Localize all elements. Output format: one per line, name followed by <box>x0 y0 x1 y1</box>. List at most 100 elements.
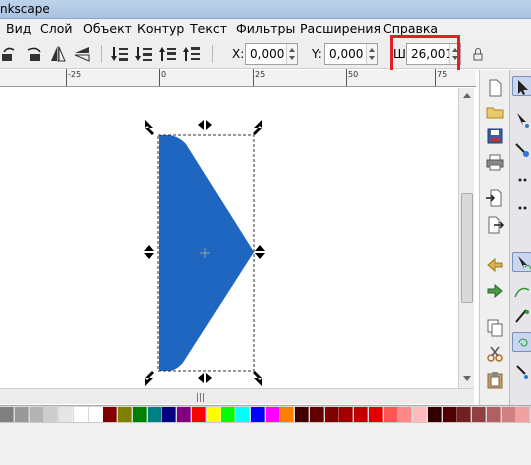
color-swatch[interactable] <box>339 407 354 422</box>
undo-button[interactable] <box>485 255 505 275</box>
scroll-up-icon[interactable] <box>463 93 471 98</box>
horizontal-scroll-grip[interactable]: ||| <box>196 393 205 403</box>
raise-button[interactable] <box>158 44 178 64</box>
color-swatch[interactable] <box>88 407 103 422</box>
y-spin-arrows[interactable] <box>366 44 377 64</box>
import-button[interactable] <box>485 188 505 208</box>
open-button[interactable] <box>485 102 505 122</box>
vertical-scrollbar[interactable] <box>458 88 474 388</box>
menu-layer[interactable]: Слой <box>40 21 73 36</box>
menu-filters[interactable]: Фильтры <box>236 21 295 36</box>
color-swatch[interactable] <box>354 407 368 422</box>
menu-text[interactable]: Текст <box>190 21 227 36</box>
calligraphy-tool-button[interactable] <box>512 306 531 326</box>
menu-object[interactable]: Объект <box>83 21 132 36</box>
paste-button[interactable] <box>485 370 505 390</box>
canvas-drawing <box>144 120 265 386</box>
bezier-tool-button[interactable] <box>512 282 531 302</box>
color-swatch[interactable] <box>472 407 486 422</box>
color-swatch[interactable] <box>177 407 191 422</box>
flip-horizontal-button[interactable] <box>48 44 68 64</box>
tweak-icon <box>515 143 529 157</box>
handle-bottom-right-icon <box>253 371 262 386</box>
flip-vertical-button[interactable] <box>72 44 92 64</box>
color-swatch[interactable] <box>324 407 339 422</box>
color-swatch[interactable] <box>221 407 236 422</box>
x-spinbox[interactable]: 0,000 <box>245 43 298 65</box>
ruler-label: 50 <box>348 70 359 79</box>
new-document-button[interactable] <box>485 78 505 98</box>
color-swatch[interactable] <box>398 407 413 422</box>
color-swatch[interactable] <box>295 407 309 422</box>
spiral-tool-button[interactable] <box>512 332 531 352</box>
save-icon <box>487 128 503 144</box>
color-swatch[interactable] <box>250 407 265 422</box>
color-swatch[interactable] <box>103 407 118 422</box>
lower-to-bottom-button[interactable] <box>110 44 130 64</box>
lock-proportions-button[interactable] <box>468 44 488 64</box>
copy-button[interactable] <box>485 318 505 338</box>
spray-tool-button[interactable] <box>512 362 531 382</box>
color-swatch[interactable] <box>14 407 29 422</box>
color-swatch[interactable] <box>44 407 59 422</box>
color-swatch[interactable] <box>73 407 88 422</box>
color-swatch[interactable] <box>0 407 14 422</box>
arrow-icon <box>518 80 528 95</box>
rotate-ccw-button[interactable] <box>0 44 20 64</box>
cut-button[interactable] <box>485 344 505 364</box>
menu-extensions[interactable]: Расширения <box>300 21 381 36</box>
toolbar-separator <box>212 45 213 63</box>
measure-tool-button[interactable] <box>512 198 531 218</box>
lower-button[interactable] <box>134 44 154 64</box>
color-swatch[interactable] <box>265 407 280 422</box>
redo-icon <box>487 283 503 299</box>
handle-top-icon <box>198 120 212 130</box>
color-swatch[interactable] <box>29 407 44 422</box>
color-swatch[interactable] <box>309 407 324 422</box>
color-swatch[interactable] <box>501 407 516 422</box>
color-swatch[interactable] <box>457 407 472 422</box>
tweak-tool-button[interactable] <box>512 140 531 160</box>
color-swatch[interactable] <box>118 407 132 422</box>
ruler-label: 25 <box>255 70 266 79</box>
y-spinbox[interactable]: 0,000 <box>324 43 378 65</box>
menu-view[interactable]: Вид <box>6 21 31 36</box>
color-swatch[interactable] <box>236 407 250 422</box>
color-swatch[interactable] <box>516 407 531 422</box>
raise-to-top-icon <box>183 47 200 61</box>
color-swatch[interactable] <box>191 407 206 422</box>
color-swatch[interactable] <box>442 407 457 422</box>
save-button[interactable] <box>485 126 505 146</box>
print-button[interactable] <box>485 152 505 172</box>
redo-button[interactable] <box>485 281 505 301</box>
pen-tool-button[interactable] <box>512 252 531 272</box>
vertical-scroll-thumb[interactable] <box>461 193 473 303</box>
selector-tool-button[interactable] <box>512 76 531 96</box>
color-swatch[interactable] <box>383 407 398 422</box>
color-swatch[interactable] <box>413 407 427 422</box>
horizontal-scrollbar[interactable]: ||| <box>0 388 474 404</box>
x-spin-arrows[interactable] <box>286 44 297 64</box>
node-tool-button[interactable] <box>512 110 531 130</box>
color-swatch[interactable] <box>162 407 177 422</box>
zoom-tool-button[interactable] <box>512 170 531 190</box>
drawing-canvas[interactable] <box>0 88 458 388</box>
raise-to-top-button[interactable] <box>182 44 202 64</box>
rotate-cw-button[interactable] <box>24 44 44 64</box>
color-swatch[interactable] <box>368 407 383 422</box>
color-swatch[interactable] <box>59 407 73 422</box>
lock-icon <box>473 48 483 61</box>
color-swatch[interactable] <box>280 407 295 422</box>
color-swatch[interactable] <box>427 407 442 422</box>
scroll-down-icon[interactable] <box>463 376 471 381</box>
export-button[interactable] <box>485 215 505 235</box>
color-swatch[interactable] <box>206 407 221 422</box>
color-swatch[interactable] <box>486 407 501 422</box>
handle-bottom-left-icon <box>145 371 154 386</box>
menu-path[interactable]: Контур <box>137 21 184 36</box>
color-swatch[interactable] <box>147 407 162 422</box>
color-swatch[interactable] <box>132 407 147 422</box>
copy-icon <box>487 319 503 337</box>
folder-icon <box>486 107 504 119</box>
menu-help[interactable]: Справка <box>383 21 438 36</box>
